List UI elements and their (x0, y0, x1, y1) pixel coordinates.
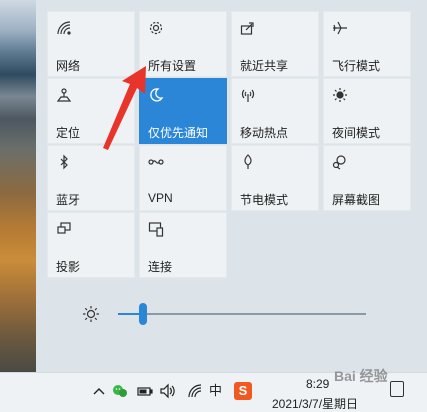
bluetooth-icon (56, 154, 72, 170)
tile-vpn[interactable]: VPN (139, 145, 227, 211)
brightness-icon (332, 87, 348, 103)
tile-label: 网络 (56, 59, 81, 73)
tile-label: 移动热点 (240, 126, 289, 140)
tile-label: 定位 (56, 126, 81, 140)
gear-icon (148, 20, 164, 36)
tile-label: 夜间模式 (332, 126, 381, 140)
tile-night-light[interactable]: 夜间模式 (323, 78, 411, 144)
tile-focus-assist[interactable]: 仅优先通知 (139, 78, 227, 144)
chevron-up-icon[interactable] (91, 383, 107, 399)
airplane-icon (332, 20, 348, 36)
share-icon (240, 20, 256, 36)
tile-location[interactable]: 定位 (47, 78, 135, 144)
volume-icon[interactable] (159, 383, 175, 399)
battery-saver-icon (240, 154, 256, 170)
tile-label: 节电模式 (240, 193, 289, 207)
tile-airplane-mode[interactable]: 飞行模式 (323, 11, 411, 77)
tile-network[interactable]: 网络 (47, 11, 135, 77)
connect-icon (148, 221, 164, 237)
tile-label: 连接 (148, 260, 173, 274)
tile-connect[interactable]: 连接 (139, 212, 227, 278)
location-icon (56, 87, 72, 103)
brightness-slider-track[interactable] (118, 313, 366, 315)
screen-snip-icon (332, 154, 348, 170)
wechat-icon[interactable] (112, 383, 128, 399)
tile-project[interactable]: 投影 (47, 212, 135, 278)
tile-bluetooth[interactable]: 蓝牙 (47, 145, 135, 211)
brightness-slider-thumb[interactable] (139, 303, 147, 325)
brightness-slider-row (36, 294, 427, 334)
wifi-icon[interactable] (187, 383, 203, 399)
tile-screen-snip[interactable]: 屏幕截图 (323, 145, 411, 211)
tile-label: 就近共享 (240, 59, 289, 73)
tile-label: 仅优先通知 (148, 126, 209, 140)
vpn-icon (148, 154, 164, 170)
moon-icon (148, 87, 164, 103)
notification-icon[interactable] (390, 381, 404, 397)
sun-icon (82, 305, 100, 323)
tile-label: VPN (148, 191, 173, 205)
sogou-icon[interactable]: S (234, 382, 252, 400)
desktop-wallpaper (0, 0, 36, 372)
tile-label: 蓝牙 (56, 193, 81, 207)
tile-label: 所有设置 (148, 59, 197, 73)
network-icon (56, 20, 72, 36)
tile-label: 屏幕截图 (332, 193, 381, 207)
watermark: Bai 经验 (334, 368, 388, 384)
tile-label: 飞行模式 (332, 59, 381, 73)
tile-label: 投影 (56, 260, 81, 274)
tile-mobile-hotspot[interactable]: 移动热点 (231, 78, 319, 144)
clock-time[interactable]: 8:29 (306, 377, 329, 391)
battery-icon[interactable] (137, 383, 153, 399)
tile-nearby-sharing[interactable]: 就近共享 (231, 11, 319, 77)
tile-all-settings[interactable]: 所有设置 (139, 11, 227, 77)
clock-date[interactable]: 2021/3/7/星期日 (272, 395, 358, 412)
ime-icon[interactable]: 中 (209, 383, 225, 399)
hotspot-icon (240, 87, 256, 103)
project-icon (56, 221, 72, 237)
tile-battery-saver[interactable]: 节电模式 (231, 145, 319, 211)
